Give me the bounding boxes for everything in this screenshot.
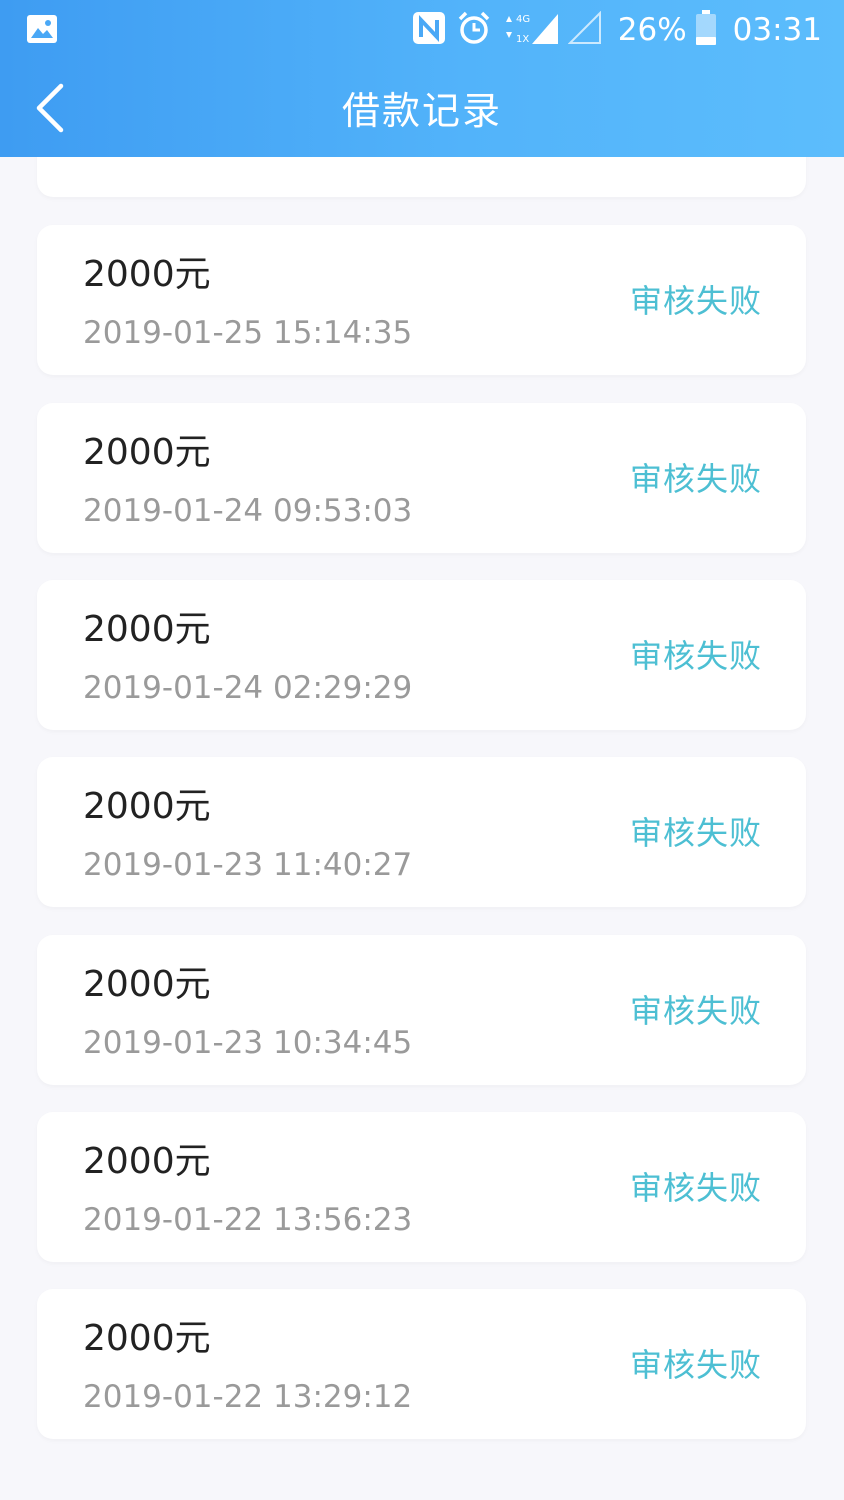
clock: 03:31 bbox=[732, 12, 822, 48]
signal-empty-icon bbox=[567, 10, 602, 49]
battery-level: 26% bbox=[617, 12, 687, 48]
loan-amount: 2000元 bbox=[83, 254, 211, 295]
status-badge: 审核失败 bbox=[629, 814, 762, 852]
nfc-icon bbox=[412, 11, 446, 49]
list-item[interactable]: 2000元 2019-01-22 13:56:23 审核失败 bbox=[37, 1112, 806, 1262]
nav-bar: 借款记录 bbox=[0, 58, 844, 157]
status-bar: 4G 1X 26% 03:31 bbox=[0, 0, 844, 58]
loan-datetime: 2019-01-24 02:29:29 bbox=[83, 670, 413, 706]
list-item[interactable]: 2000元 2019-01-22 13:29:12 审核失败 bbox=[37, 1289, 806, 1439]
status-badge: 审核失败 bbox=[629, 992, 762, 1030]
loan-datetime: 2019-01-22 13:29:12 bbox=[83, 1379, 413, 1415]
loan-amount: 2000元 bbox=[83, 432, 211, 473]
loan-amount: 2000元 bbox=[83, 964, 211, 1005]
loan-datetime: 2019-01-24 09:53:03 bbox=[83, 493, 413, 529]
network-label: 4G bbox=[516, 14, 530, 25]
list-item[interactable]: 2000元 2019-01-25 15:14:35 审核失败 bbox=[37, 225, 806, 375]
loan-datetime: 2019-01-22 13:56:23 bbox=[83, 1202, 413, 1238]
loan-amount: 2000元 bbox=[83, 1141, 211, 1182]
status-badge: 审核失败 bbox=[629, 1169, 762, 1207]
image-icon bbox=[26, 14, 58, 44]
status-badge: 审核失败 bbox=[629, 460, 762, 498]
list-item[interactable]: 2000元 2019-01-24 02:29:29 审核失败 bbox=[37, 580, 806, 730]
loan-amount: 2000元 bbox=[83, 1318, 211, 1359]
network-sub-label: 1X bbox=[516, 34, 529, 45]
list-item[interactable]: 2000元 2019-01-24 09:53:03 审核失败 bbox=[37, 403, 806, 553]
loan-datetime: 2019-01-23 11:40:27 bbox=[83, 847, 413, 883]
signal-icon: 4G 1X bbox=[502, 10, 558, 50]
status-badge: 审核失败 bbox=[629, 637, 762, 675]
status-icons: 4G 1X 26% 03:31 bbox=[412, 8, 822, 52]
loan-amount: 2000元 bbox=[83, 609, 211, 650]
list-item[interactable]: 2000元 2019-01-23 10:34:45 审核失败 bbox=[37, 935, 806, 1085]
page-title: 借款记录 bbox=[341, 89, 502, 133]
loan-datetime: 2019-01-23 10:34:45 bbox=[83, 1025, 413, 1061]
status-badge: 审核失败 bbox=[629, 1346, 762, 1384]
loan-datetime: 2019-01-25 15:14:35 bbox=[83, 315, 413, 351]
loan-record-list[interactable]: 2000元 2019-01-25 15:14:35 审核失败 2000元 201… bbox=[0, 157, 844, 1500]
list-item[interactable]: 2000元 2019-01-23 11:40:27 审核失败 bbox=[37, 757, 806, 907]
loan-amount: 2000元 bbox=[83, 786, 211, 827]
battery-icon bbox=[695, 10, 717, 50]
list-item[interactable] bbox=[37, 157, 806, 197]
app-header: 4G 1X 26% 03:31 借款记录 bbox=[0, 0, 844, 157]
alarm-icon bbox=[456, 10, 492, 50]
status-badge: 审核失败 bbox=[629, 282, 762, 320]
